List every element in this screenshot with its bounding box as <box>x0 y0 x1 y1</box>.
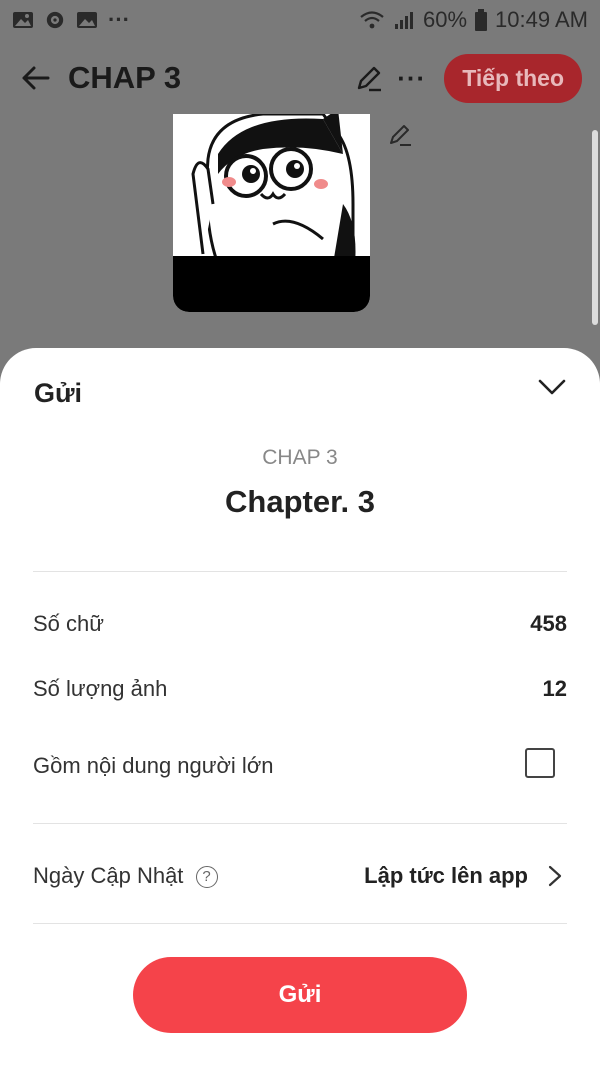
page-title: CHAP 3 <box>68 60 182 95</box>
pencil-icon[interactable] <box>353 62 385 94</box>
next-button[interactable]: Tiếp theo <box>444 53 582 103</box>
gallery-icon <box>13 12 33 28</box>
battery-percent: 60% <box>423 7 468 32</box>
image-count-value: 12 <box>542 676 567 701</box>
chevron-down-icon[interactable] <box>536 374 568 400</box>
wifi-icon <box>360 11 384 29</box>
chapter-label: CHAP 3 <box>262 446 338 469</box>
word-count-value: 458 <box>530 611 567 636</box>
compass-icon <box>46 11 64 29</box>
chapter-name: Chapter. 3 <box>225 484 375 519</box>
cover-bottom-bar <box>173 256 370 312</box>
gallery-icon <box>77 12 97 28</box>
submit-bottom-sheet: Gửi CHAP 3 Chapter. 3 Số chữ 458 Số lượn… <box>0 348 600 1067</box>
update-date-text: Ngày Cập Nhật <box>33 863 184 888</box>
overflow-dots: ··· <box>108 7 130 32</box>
status-bar: ··· 60% 10:49 AM <box>0 0 600 40</box>
update-date-value[interactable]: Lập tức lên app <box>364 863 528 889</box>
word-count-label: Số chữ <box>33 611 104 636</box>
scrollbar[interactable] <box>592 130 598 325</box>
pencil-icon[interactable] <box>386 120 414 148</box>
top-app-bar: CHAP 3 ··· Tiếp theo <box>0 40 600 116</box>
chevron-right-icon[interactable] <box>546 863 564 889</box>
image-count-label: Số lượng ảnh <box>33 676 168 701</box>
clock: 10:49 AM <box>495 7 588 32</box>
back-arrow-icon[interactable] <box>18 60 54 96</box>
battery-icon <box>475 9 488 31</box>
divider <box>33 823 567 824</box>
divider <box>33 571 567 572</box>
signal-icon <box>395 12 413 29</box>
more-icon[interactable]: ··· <box>397 63 426 94</box>
update-date-label: Ngày Cập Nhật ? <box>33 863 218 889</box>
divider <box>33 923 567 924</box>
cover-image[interactable] <box>173 114 370 312</box>
submit-button[interactable]: Gửi <box>133 957 467 1033</box>
adult-content-label: Gồm nội dung người lớn <box>33 753 274 778</box>
adult-content-checkbox[interactable] <box>525 748 555 778</box>
sheet-title: Gửi <box>34 378 83 408</box>
help-icon[interactable]: ? <box>195 866 218 889</box>
cat-illustration <box>173 114 370 264</box>
